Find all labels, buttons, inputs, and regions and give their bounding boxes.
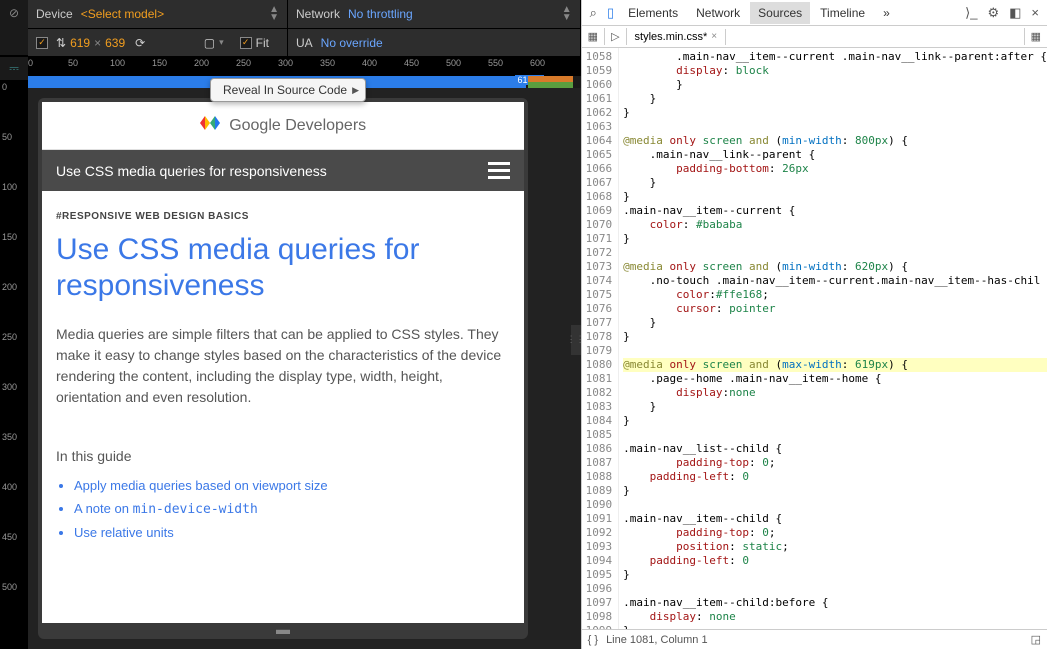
- indicator-icon: ⎓: [0, 56, 28, 80]
- status-bar: { } Line 1081, Column 1 ◲: [582, 629, 1047, 649]
- devtools-panel: ⌕ ▯ Elements Network Sources Timeline » …: [581, 0, 1047, 649]
- code-content[interactable]: .main-nav__item--current .main-nav__link…: [619, 48, 1047, 629]
- file-tab-name: styles.min.css*: [635, 31, 708, 43]
- device-toolbar: Device <Select model> ▲▼ Network No thro…: [28, 0, 581, 28]
- devtools-tabs: ⌕ ▯ Elements Network Sources Timeline » …: [582, 0, 1047, 26]
- home-indicator-icon: ▬: [42, 623, 524, 635]
- stepper-icon: ▲▼: [269, 6, 279, 22]
- tab-network[interactable]: Network: [688, 2, 748, 24]
- ruler-tick: 50: [2, 132, 12, 142]
- intro-paragraph: Media queries are simple filters that ca…: [56, 324, 510, 408]
- ua-value[interactable]: No override: [321, 36, 572, 50]
- viewport: Google Developers Use CSS media queries …: [28, 88, 581, 649]
- reload-icon[interactable]: ⟳: [135, 36, 145, 50]
- ruler-tick: 250: [2, 332, 17, 342]
- resize-handle[interactable]: ⋮⋮: [571, 325, 581, 355]
- ruler-tick: 450: [2, 532, 17, 542]
- subheader-text: Use CSS media queries for responsiveness: [56, 163, 327, 179]
- guide-heading: In this guide: [56, 448, 510, 464]
- close-icon[interactable]: ×: [711, 31, 717, 42]
- ruler-tick: 350: [2, 432, 17, 442]
- console-icon[interactable]: ⟩_: [961, 3, 981, 23]
- swap-icon[interactable]: ⇅: [56, 36, 66, 50]
- debugger-icon[interactable]: ▦: [1024, 28, 1047, 45]
- network-select[interactable]: Network No throttling ▲▼: [288, 0, 581, 28]
- tabs-overflow[interactable]: »: [875, 2, 898, 24]
- page-title: Use CSS media queries for responsiveness: [56, 232, 510, 304]
- horizontal-ruler: 0 50 100 150 200 250 300 350 400 450 500…: [28, 56, 581, 76]
- tab-elements[interactable]: Elements: [620, 2, 686, 24]
- ruler-tick: 300: [2, 382, 17, 392]
- page-content[interactable]: Google Developers Use CSS media queries …: [42, 102, 524, 623]
- close-icon[interactable]: ×: [1027, 3, 1043, 22]
- ruler-tick: 400: [2, 482, 17, 492]
- screenshot-icon[interactable]: ▢: [204, 36, 215, 50]
- device-toolbar-row2: ✓ ⇅ 619 × 639 ⟳ ▢ ▾ ✓ Fit UA No override: [28, 28, 581, 56]
- play-icon[interactable]: ▷: [605, 28, 626, 45]
- responsive-design-view: ⊘ ⎓ 0 50 100 150 200 250 300 350 400 450…: [0, 0, 581, 649]
- ruler-tick: 100: [2, 182, 17, 192]
- search-icon[interactable]: ⌕: [586, 3, 601, 23]
- width-value[interactable]: 619: [70, 36, 90, 50]
- device-value: <Select model>: [81, 7, 269, 21]
- ruler-tick: 500: [2, 582, 17, 592]
- fit-checkbox[interactable]: ✓: [240, 37, 252, 49]
- network-value: No throttling: [348, 7, 562, 21]
- ua-label: UA: [296, 36, 313, 50]
- no-sign-icon: ⊘: [0, 0, 28, 56]
- google-logo-icon: [200, 116, 220, 133]
- device-mode-icon[interactable]: ▯: [603, 3, 618, 23]
- stepper-icon: ▲▼: [562, 6, 572, 22]
- device-label: Device: [36, 7, 73, 21]
- vertical-ruler: 0 50 100 150 200 250 300 350 400 450 500: [0, 80, 28, 649]
- ruler-tick: 0: [2, 82, 7, 92]
- guide-link[interactable]: A note on min-device-width: [74, 501, 510, 517]
- line-numbers: 1058105910601061106210631064106510661067…: [582, 48, 620, 629]
- page-subheader: Use CSS media queries for responsiveness: [42, 150, 524, 191]
- expand-icon[interactable]: ◲: [1031, 633, 1041, 646]
- gear-icon[interactable]: ⚙: [983, 3, 1003, 23]
- fit-label: Fit: [256, 36, 269, 50]
- breadcrumb[interactable]: #RESPONSIVE WEB DESIGN BASICS: [56, 211, 510, 222]
- height-value[interactable]: 639: [105, 36, 125, 50]
- breakpoint-marker[interactable]: [528, 82, 573, 88]
- file-tabs: ▦ ▷ styles.min.css* × ▦: [582, 26, 1047, 48]
- tab-sources[interactable]: Sources: [750, 2, 810, 24]
- logo-text: Google Developers: [229, 117, 366, 134]
- ruler-tick: 200: [2, 282, 17, 292]
- cursor-position: Line 1081, Column 1: [606, 634, 708, 646]
- guide-link[interactable]: Use relative units: [74, 525, 510, 540]
- guide-list: Apply media queries based on viewport si…: [56, 478, 510, 540]
- ruler-tick: 150: [2, 232, 17, 242]
- site-header: Google Developers: [42, 102, 524, 150]
- device-frame: Google Developers Use CSS media queries …: [38, 98, 528, 639]
- reveal-in-source-tooltip[interactable]: Reveal In Source Code: [210, 78, 366, 102]
- code-editor[interactable]: 1058105910601061106210631064106510661067…: [582, 48, 1047, 629]
- file-tab[interactable]: styles.min.css* ×: [627, 29, 727, 45]
- device-select[interactable]: Device <Select model> ▲▼: [28, 0, 288, 28]
- guide-link[interactable]: Apply media queries based on viewport si…: [74, 478, 510, 493]
- navigator-icon[interactable]: ▦: [582, 28, 605, 45]
- network-label: Network: [296, 7, 340, 21]
- tab-timeline[interactable]: Timeline: [812, 2, 873, 24]
- checkbox[interactable]: ✓: [36, 37, 48, 49]
- dock-icon[interactable]: ◧: [1005, 3, 1025, 23]
- menu-icon[interactable]: [488, 162, 510, 179]
- braces-icon[interactable]: { }: [588, 634, 598, 646]
